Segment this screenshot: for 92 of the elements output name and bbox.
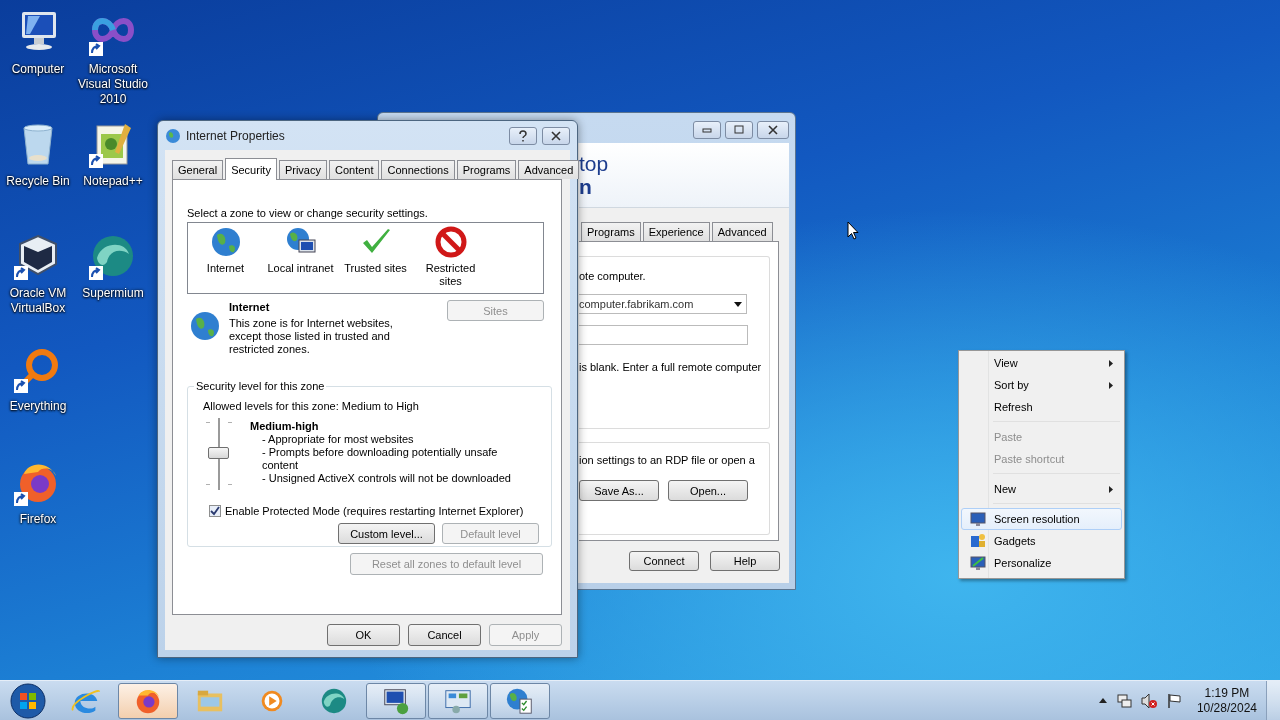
- window-heading: top: [579, 152, 610, 175]
- input-field[interactable]: [579, 325, 748, 345]
- icon-label[interactable]: Firefox: [19, 512, 57, 527]
- shortcut-arrow-icon: [89, 266, 103, 280]
- file-button[interactable]: Save As...: [579, 480, 659, 501]
- monitor-icon: [970, 511, 986, 527]
- shortcut-arrow-icon: [89, 42, 103, 56]
- maximize-icon: [734, 125, 744, 135]
- level-detail: - Unsigned ActiveX controls will not be downloaded: [261, 472, 512, 485]
- file-button[interactable]: Open...: [668, 480, 748, 501]
- help-icon: [518, 129, 528, 142]
- icon-label[interactable]: Recycle Bin: [6, 174, 70, 189]
- window-heading: n: [579, 175, 593, 198]
- shortcut-arrow-icon: [14, 492, 28, 506]
- gadgets-icon: [970, 533, 986, 549]
- tab[interactable]: General: [172, 160, 224, 179]
- help-button[interactable]: [509, 126, 537, 145]
- zone-label[interactable]: Local intranet: [267, 262, 334, 275]
- level-button[interactable]: Custom level...: [338, 523, 435, 544]
- shortcut-arrow-icon: [14, 379, 28, 393]
- tab[interactable]: Experience: [642, 222, 710, 241]
- tab[interactable]: Privacy: [278, 160, 327, 179]
- chevron-up-icon[interactable]: [1098, 698, 1107, 703]
- globe-icon[interactable]: [209, 226, 242, 258]
- mouse-pointer-icon: [847, 221, 859, 240]
- close-icon: [768, 125, 778, 135]
- dialog-button[interactable]: Connect: [629, 551, 699, 571]
- dialog-button[interactable]: Help: [710, 551, 780, 571]
- checkbox[interactable]: [209, 505, 221, 517]
- tab[interactable]: Content: [328, 160, 380, 179]
- personalize-icon: [970, 555, 986, 571]
- group-title: Security level for this zone: [195, 380, 326, 392]
- dialog-button[interactable]: Cancel: [408, 624, 481, 646]
- level-detail: - Prompts before downloading potentially unsafe content: [261, 446, 499, 472]
- taskbar-button[interactable]: [118, 682, 178, 719]
- menu-item[interactable]: View: [961, 352, 1122, 374]
- tab[interactable]: Programs: [456, 160, 517, 179]
- allowed-levels-text: Allowed levels for this zone: Medium to High: [203, 399, 419, 413]
- computer-dropdown[interactable]: computer.fabrikam.com: [579, 294, 747, 314]
- prompt-text: ote computer.: [579, 269, 646, 283]
- tab[interactable]: Security: [225, 158, 277, 180]
- level-detail: - Appropriate for most websites: [261, 433, 415, 446]
- taskbar-button[interactable]: [366, 682, 426, 719]
- menu-item[interactable]: Gadgets: [961, 530, 1122, 552]
- submenu-arrow-icon: [1109, 381, 1113, 389]
- minimize-icon: [702, 125, 712, 135]
- speaker-muted-icon[interactable]: [1140, 692, 1157, 709]
- globe-icon: [189, 310, 221, 342]
- checkbox-label[interactable]: Enable Protected Mode (requires restarting Internet Explorer): [225, 504, 524, 518]
- zone-description: This zone is for Internet websites, except those listed in trusted and restricted zones.: [229, 317, 394, 356]
- tab[interactable]: Connections: [381, 160, 455, 179]
- taskbar-button[interactable]: [428, 682, 488, 719]
- close-icon: [551, 130, 561, 141]
- menu-item[interactable]: New: [961, 478, 1122, 500]
- no-entry-icon[interactable]: [434, 226, 467, 258]
- clock[interactable]: 1:19 PM 10/28/2024: [1196, 685, 1257, 716]
- icon-label[interactable]: Notepad++: [83, 174, 143, 189]
- icon-label[interactable]: Supermium: [82, 286, 144, 301]
- close-button[interactable]: [757, 121, 789, 139]
- dialog-button[interactable]: OK: [327, 624, 400, 646]
- shortcut-arrow-icon: [14, 266, 28, 280]
- zone-name: Internet: [229, 300, 271, 314]
- hint-text: ion settings to an RDP file or open a: [579, 453, 755, 467]
- flag-icon[interactable]: [1165, 692, 1182, 709]
- level-name: Medium-high: [250, 419, 320, 433]
- close-button[interactable]: [542, 126, 570, 145]
- network-icon[interactable]: [1115, 692, 1132, 709]
- tab[interactable]: Advanced: [711, 222, 773, 241]
- caret-icon: [734, 301, 742, 307]
- menu-item[interactable]: Screen resolution: [961, 508, 1122, 530]
- icon-label[interactable]: Computer: [11, 62, 65, 77]
- slider-thumb[interactable]: [208, 447, 229, 459]
- globe-icon: [165, 127, 181, 144]
- taskbar-button[interactable]: [490, 682, 550, 719]
- tab[interactable]: Programs: [581, 222, 641, 241]
- icon-label[interactable]: Everything: [9, 399, 67, 414]
- menu-item[interactable]: Refresh: [961, 396, 1122, 418]
- shortcut-arrow-icon: [89, 154, 103, 168]
- icon-label[interactable]: Microsoft Visual Studio 2010: [75, 62, 151, 107]
- zone-label[interactable]: Restricted sites: [422, 262, 479, 288]
- menu-item[interactable]: Sort by: [961, 374, 1122, 396]
- minimize-button[interactable]: [693, 121, 721, 139]
- window-title: Internet Properties: [186, 128, 286, 143]
- zone-label[interactable]: Internet: [206, 262, 245, 275]
- tab[interactable]: Advanced: [518, 160, 580, 179]
- zone-label[interactable]: Trusted sites: [344, 262, 407, 275]
- menu-item[interactable]: Personalize: [961, 552, 1122, 574]
- instruction-text: Select a zone to view or change security settings.: [187, 206, 428, 220]
- icon-label[interactable]: Oracle VM VirtualBox: [0, 286, 76, 316]
- submenu-arrow-icon: [1109, 359, 1113, 367]
- submenu-arrow-icon: [1109, 485, 1113, 493]
- hint-text: is blank. Enter a full remote computer: [579, 360, 762, 374]
